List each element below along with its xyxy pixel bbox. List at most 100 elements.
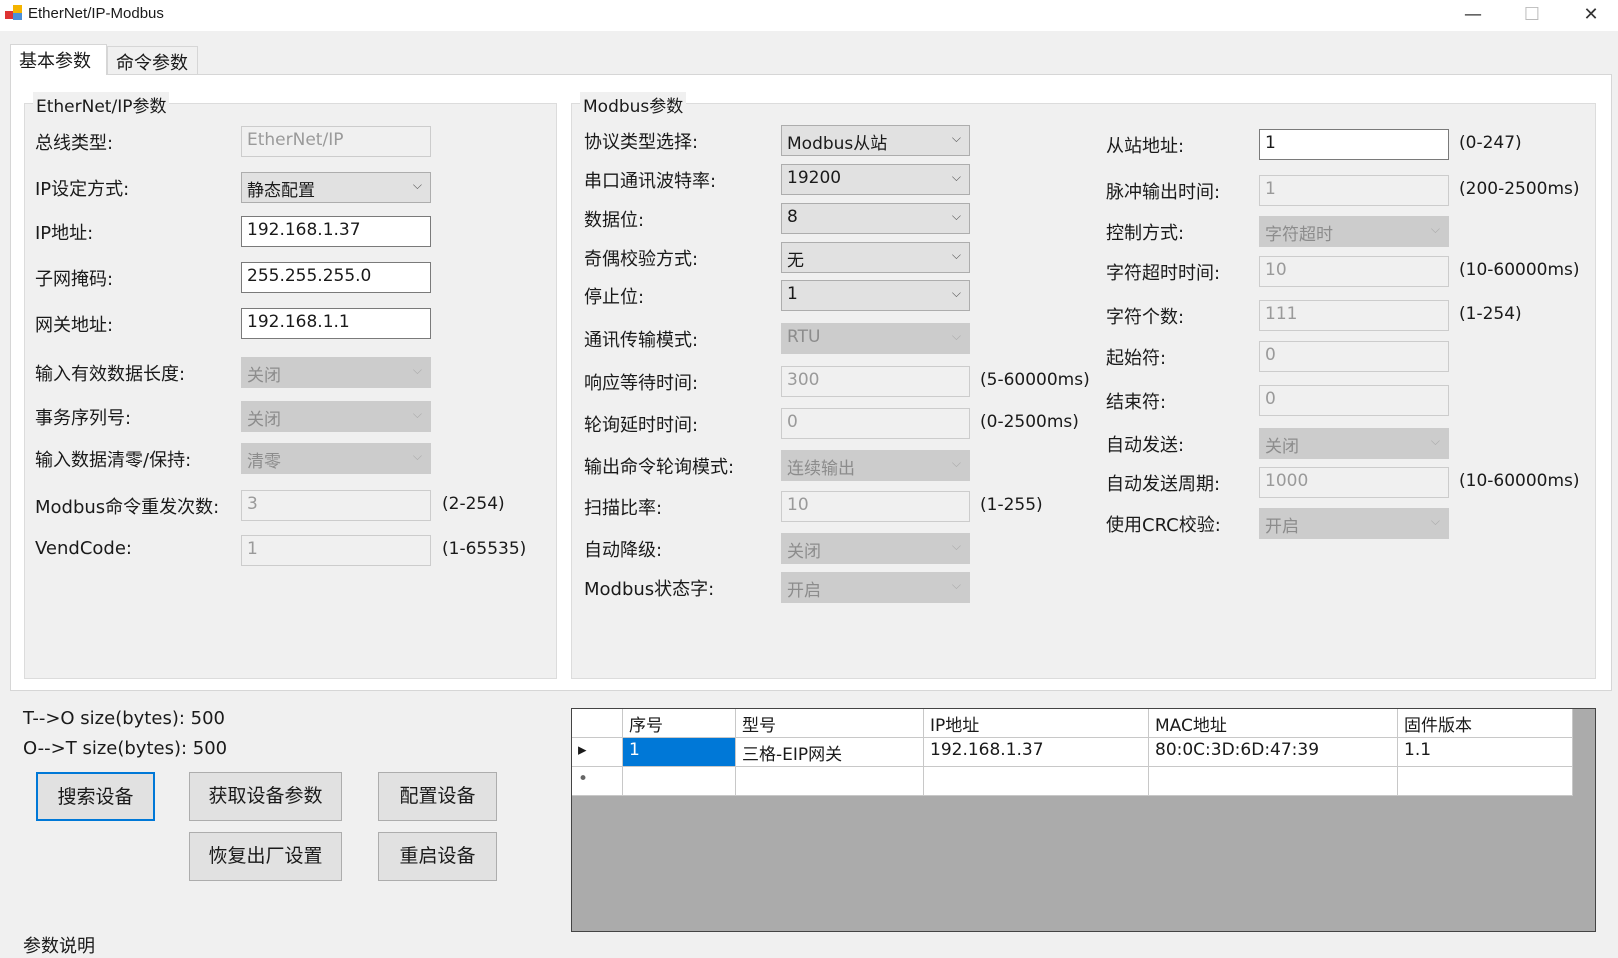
table-cell[interactable]: 192.168.1.37 [924, 738, 1149, 767]
current-row-arrow-icon: ▸ [572, 738, 623, 767]
dropdown-6: 关闭 ⌵ [241, 401, 431, 432]
get-device-params-button[interactable]: 获取设备参数 [189, 772, 342, 821]
chevron-down-icon: ⌵ [1430, 222, 1440, 236]
table-cell[interactable]: 三格-EIP网关 [736, 738, 924, 767]
field-value: 开启 [1265, 517, 1299, 537]
field-value: RTU [787, 327, 821, 347]
new-row-cell[interactable] [1398, 767, 1573, 796]
factory-reset-button[interactable]: 恢复出厂设置 [189, 832, 342, 881]
field-value: 清零 [247, 452, 281, 472]
search-device-button[interactable]: 搜索设备 [36, 772, 155, 821]
field-value: 10 [1265, 260, 1287, 280]
column-header[interactable]: 型号 [736, 709, 924, 738]
field-label: 字符个数: [1106, 307, 1185, 328]
new-row-cell[interactable] [924, 767, 1149, 796]
dropdown-8: 连续输出 ⌵ [781, 450, 970, 481]
chevron-down-icon: ⌵ [1430, 514, 1440, 528]
field-value: 字符超时 [1265, 225, 1333, 245]
field-label: 事务序列号: [35, 408, 132, 429]
chevron-down-icon: ⌵ [951, 209, 961, 223]
column-header[interactable]: MAC地址 [1149, 709, 1398, 738]
chevron-down-icon: ⌵ [412, 178, 422, 192]
chevron-down-icon: ⌵ [951, 286, 961, 300]
field-label: Modbus状态字: [584, 579, 715, 600]
field-value: 静态配置 [247, 181, 315, 201]
field-value: 19200 [787, 168, 842, 188]
input-4[interactable]: 192.168.1.1 [241, 308, 431, 339]
table-cell[interactable]: 80:0C:3D:6D:47:39 [1149, 738, 1398, 767]
chevron-down-icon: ⌵ [412, 407, 422, 421]
chevron-down-icon: ⌵ [951, 578, 961, 592]
field-label: 总线类型: [35, 133, 114, 154]
maximize-button[interactable]: ☐ [1509, 0, 1555, 31]
field-value: 1000 [1265, 471, 1309, 491]
dropdown-11: 开启 ⌵ [781, 572, 970, 603]
tab-basic-params[interactable]: 基本参数 [10, 44, 107, 75]
device-table[interactable]: 序号 型号 IP地址 MAC地址 固件版本 ▸ 1 三格-EIP网关 192.168.1.37 8… [571, 708, 1596, 932]
params-description-label: 参数说明 [23, 936, 95, 957]
field-label: Modbus命令重发次数: [35, 497, 220, 518]
table-cell[interactable]: 1 [623, 738, 736, 767]
input-0: EtherNet/IP [241, 126, 431, 157]
field-value: 192.168.1.37 [247, 220, 361, 240]
dropdown-4[interactable]: 1 ⌵ [781, 280, 970, 311]
field-label: 自动发送: [1106, 435, 1185, 456]
configure-device-button[interactable]: 配置设备 [378, 772, 497, 821]
column-header[interactable]: IP地址 [924, 709, 1149, 738]
field-label: 子网掩码: [35, 269, 114, 290]
field-label: 停止位: [584, 287, 645, 308]
input-0[interactable]: 1 [1259, 129, 1449, 160]
field-label: 扫描比率: [584, 498, 663, 519]
dropdown-2[interactable]: 8 ⌵ [781, 203, 970, 234]
column-header[interactable]: 固件版本 [1398, 709, 1573, 738]
close-button[interactable]: ✕ [1568, 0, 1614, 31]
field-value: 关闭 [247, 366, 281, 386]
field-label: 字符超时时间: [1106, 263, 1221, 284]
input-7: 0 [781, 408, 970, 439]
field-value: Modbus从站 [787, 134, 888, 154]
input-3[interactable]: 255.255.255.0 [241, 262, 431, 293]
app-icon [5, 5, 22, 20]
field-label: 结束符: [1106, 392, 1167, 413]
chevron-down-icon: ⌵ [951, 329, 961, 343]
dropdown-3[interactable]: 无 ⌵ [781, 242, 970, 273]
new-row-cell[interactable] [736, 767, 924, 796]
field-label: 脉冲输出时间: [1106, 182, 1221, 203]
input-9: 10 [781, 491, 970, 522]
field-label: 控制方式: [1106, 223, 1185, 244]
field-label: 网关地址: [35, 315, 114, 336]
new-row-icon: • [572, 767, 623, 796]
field-value: 111 [1265, 304, 1298, 324]
field-value: 0 [1265, 389, 1276, 409]
input-2[interactable]: 192.168.1.37 [241, 216, 431, 247]
field-label: VendCode: [35, 538, 132, 559]
new-row-cell[interactable] [623, 767, 736, 796]
tab-command-params[interactable]: 命令参数 [107, 46, 198, 74]
restart-device-button[interactable]: 重启设备 [378, 832, 497, 881]
new-row-cell[interactable] [1149, 767, 1398, 796]
dropdown-1[interactable]: 静态配置 ⌵ [241, 172, 431, 203]
field-value: 300 [787, 370, 820, 390]
input-6: 0 [1259, 385, 1449, 416]
field-value: 1 [1265, 179, 1276, 199]
range-hint: (5-60000ms) [980, 370, 1090, 390]
input-8: 3 [241, 490, 431, 521]
dropdown-1[interactable]: 19200 ⌵ [781, 164, 970, 195]
table-cell[interactable]: 1.1 [1398, 738, 1573, 767]
dropdown-5: 关闭 ⌵ [241, 357, 431, 388]
field-label: 起始符: [1106, 348, 1167, 369]
input-9: 1 [241, 535, 431, 566]
dropdown-7: 清零 ⌵ [241, 443, 431, 474]
field-value: 关闭 [1265, 437, 1299, 457]
field-value: 关闭 [247, 410, 281, 430]
dropdown-0[interactable]: Modbus从站 ⌵ [781, 125, 970, 156]
field-label: 使用CRC校验: [1106, 515, 1221, 536]
input-4: 111 [1259, 300, 1449, 331]
input-3: 10 [1259, 256, 1449, 287]
field-label: 输出命令轮询模式: [584, 457, 735, 478]
field-label: 自动降级: [584, 540, 663, 561]
minimize-button[interactable]: — [1450, 0, 1496, 31]
range-hint: (200-2500ms) [1459, 179, 1580, 199]
window-title: EtherNet/IP-Modbus [28, 5, 164, 22]
column-header[interactable]: 序号 [623, 709, 736, 738]
